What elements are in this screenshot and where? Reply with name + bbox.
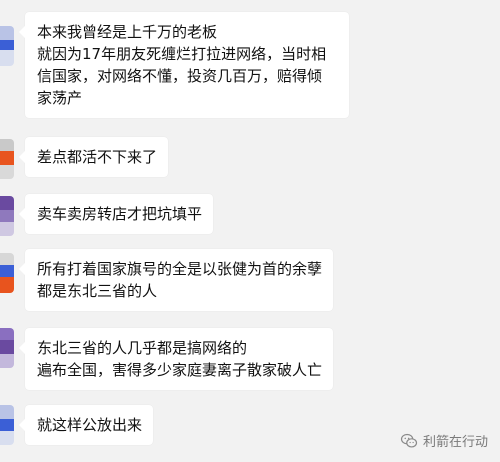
avatar[interactable] xyxy=(0,196,14,236)
avatar[interactable] xyxy=(0,253,14,293)
avatar[interactable] xyxy=(0,405,14,445)
watermark-label: 利箭在行动 xyxy=(422,435,488,450)
message-bubble[interactable]: 东北三省的人几乎都是搞网络的 遍布全国，害得多少家庭妻离子散家破人亡 xyxy=(18,328,334,390)
message-bubble[interactable]: 所有打着国家旗号的全是以张健为首的余孽 都是东北三省的人 xyxy=(18,249,334,311)
avatar[interactable] xyxy=(0,328,14,368)
message-bubble[interactable]: 就这样公放出来 xyxy=(18,405,154,445)
message-bubble[interactable]: 卖车卖房转店才把坑填平 xyxy=(18,194,214,234)
avatar[interactable] xyxy=(0,139,14,179)
wechat-icon xyxy=(400,433,418,448)
account-watermark: 利箭在行动 xyxy=(400,431,488,450)
message-bubble[interactable]: 差点都活不下来了 xyxy=(18,137,169,177)
chat-conversation: 本来我曾经是上千万的老板 就因为17年朋友死缠烂打拉进网络，当时相 信国家，对网… xyxy=(0,0,500,462)
message-bubble[interactable]: 本来我曾经是上千万的老板 就因为17年朋友死缠烂打拉进网络，当时相 信国家，对网… xyxy=(19,12,349,118)
avatar[interactable] xyxy=(0,26,14,66)
